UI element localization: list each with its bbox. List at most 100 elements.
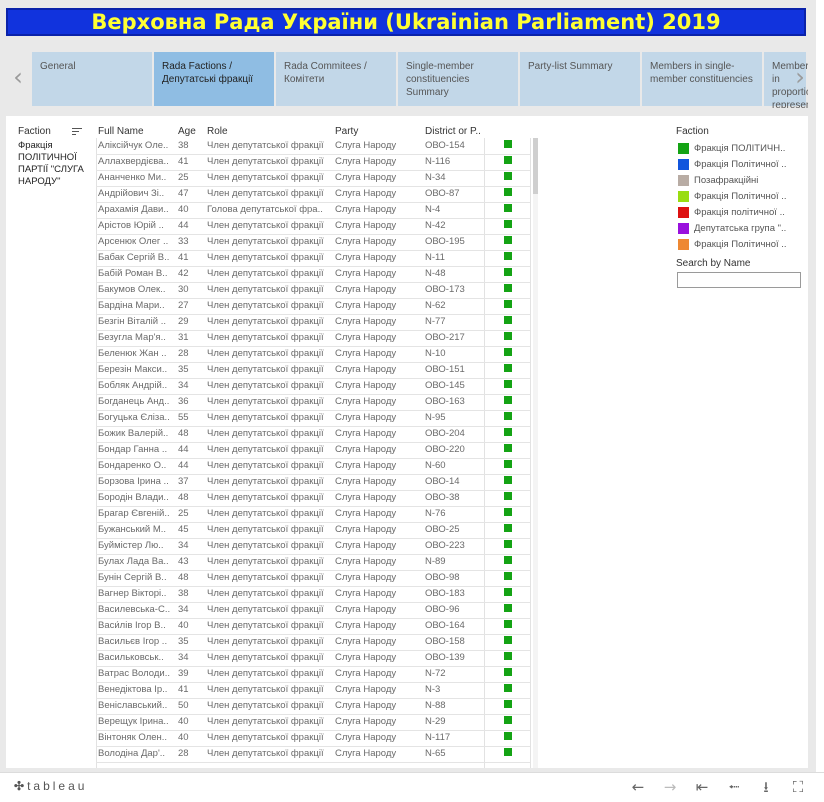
undo-icon[interactable]: ← (628, 777, 648, 797)
table-row[interactable]: Бунін Сергій В.. 48 Член депутатської фрак… (96, 570, 530, 587)
table-row[interactable]: Брагар Євгеній.. 25 Член депутатської фрак… (96, 506, 530, 523)
faction-color-mark[interactable] (504, 172, 512, 180)
table-row[interactable]: Арахамія Дави.. 40 Голова депутатської фра… (96, 202, 530, 219)
table-row[interactable]: Венедіктова Ір.. 41 Член депутатської фрак… (96, 682, 530, 699)
table-row[interactable]: Ананченко Ми.. 25 Член депутатської фракці… (96, 170, 530, 187)
download-icon[interactable]: ⭳ (756, 777, 776, 797)
table-row[interactable]: Березін Макси.. 35 Член депутатської фракц… (96, 362, 530, 379)
table-row[interactable]: Василевська-С.. 34 Член депутатської фракц… (96, 602, 530, 619)
faction-color-mark[interactable] (504, 300, 512, 308)
table-row[interactable]: Безугла Мар'я.. 31 Член депутатської фракц… (96, 330, 530, 347)
table-row[interactable]: Аллахвердієва.. 41 Член депутатської фракц… (96, 154, 530, 171)
legend-item[interactable]: Фракція політичної .. (678, 206, 802, 220)
table-row[interactable]: Васильєв Ігор .. 35 Член депутатської фрак… (96, 634, 530, 651)
faction-color-mark[interactable] (504, 620, 512, 628)
fullscreen-icon[interactable]: ⛶ (788, 777, 808, 797)
faction-color-mark[interactable] (504, 380, 512, 388)
table-row[interactable]: Борзова Ірина .. 37 Член депутатської фрак… (96, 474, 530, 491)
col-header-full-name[interactable]: Full Name (98, 126, 144, 137)
table-row[interactable]: Беленюк Жан .. 28 Член депутатської фракці… (96, 346, 530, 363)
table-row[interactable]: Ватрас Володи.. 39 Член депутатської фракц… (96, 666, 530, 683)
legend-item[interactable]: Фракція Політичної .. (678, 238, 802, 252)
faction-color-mark[interactable] (504, 556, 512, 564)
table-row[interactable]: Бужанський М.. 45 Член депутатської фракці… (96, 522, 530, 539)
faction-color-mark[interactable] (504, 604, 512, 612)
faction-color-mark[interactable] (504, 188, 512, 196)
table-row[interactable]: Богуцька Єліза.. 55 Член депутатської фрак… (96, 410, 530, 427)
faction-color-mark[interactable] (504, 268, 512, 276)
faction-color-mark[interactable] (504, 748, 512, 756)
table-row[interactable]: Безгін Віталій .. 29 Член депутатської фра… (96, 314, 530, 331)
table-row[interactable]: Бондар Ганна .. 44 Член депутатської фракц… (96, 442, 530, 459)
tab-rada-factions[interactable]: Rada Factions / Депутатські фракції (154, 52, 276, 106)
legend-item[interactable]: Фракція Політичної .. (678, 190, 802, 204)
faction-color-mark[interactable] (504, 572, 512, 580)
faction-color-mark[interactable] (504, 492, 512, 500)
faction-color-mark[interactable] (504, 636, 512, 644)
faction-color-mark[interactable] (504, 156, 512, 164)
faction-color-mark[interactable] (504, 364, 512, 372)
faction-color-mark[interactable] (504, 284, 512, 292)
table-row[interactable]: Богданець Анд.. 36 Член депутатської фракц… (96, 394, 530, 411)
tab-party-list-summary[interactable]: Party-list Summary (520, 52, 642, 106)
col-header-faction[interactable]: Faction (18, 126, 51, 137)
faction-color-mark[interactable] (504, 220, 512, 228)
faction-color-mark[interactable] (504, 460, 512, 468)
faction-color-mark[interactable] (504, 476, 512, 484)
tab-rada-commitees[interactable]: Rada Commitees / Комітети (276, 52, 398, 106)
faction-color-mark[interactable] (504, 652, 512, 660)
table-row[interactable]: Божик Валерій.. 48 Член депутатської фракц… (96, 426, 530, 443)
faction-color-mark[interactable] (504, 524, 512, 532)
table-row[interactable]: Бардіна Мари.. 27 Член депутатської фракці… (96, 298, 530, 315)
legend-item[interactable]: Позафракційні (678, 174, 802, 188)
faction-color-mark[interactable] (504, 732, 512, 740)
table-row[interactable]: Андрійович Зі.. 47 Член депутатської фракц… (96, 186, 530, 203)
faction-color-mark[interactable] (504, 348, 512, 356)
table-scrollbar[interactable] (533, 138, 538, 768)
faction-color-mark[interactable] (504, 428, 512, 436)
faction-color-mark[interactable] (504, 588, 512, 596)
tab-general[interactable]: General (32, 52, 154, 106)
col-header-party[interactable]: Party (335, 126, 358, 137)
tableau-logo[interactable]: ✣ tableau (14, 779, 87, 793)
col-header-age[interactable]: Age (178, 126, 196, 137)
scrollbar-thumb[interactable] (533, 138, 538, 194)
table-row[interactable]: Бобляк Андрій.. 34 Член депутатської фракц… (96, 378, 530, 395)
faction-color-mark[interactable] (504, 396, 512, 404)
table-row[interactable]: Верещук Ірина.. 40 Член депутатської фракц… (96, 714, 530, 731)
faction-color-mark[interactable] (504, 508, 512, 516)
table-row[interactable]: Булах Лада Ва.. 43 Член депутатської фракц… (96, 554, 530, 571)
faction-color-mark[interactable] (504, 668, 512, 676)
col-header-role[interactable]: Role (207, 126, 228, 137)
revert-icon[interactable]: ⇤ (692, 777, 712, 797)
chevron-left-icon[interactable]: ‹ (8, 62, 28, 92)
table-row[interactable]: Вінтоняк Олен.. 40 Член депутатської фракц… (96, 730, 530, 747)
legend-item[interactable]: Депутатська група ".. (678, 222, 802, 236)
sort-icon[interactable] (72, 126, 82, 136)
faction-color-mark[interactable] (504, 140, 512, 148)
table-row[interactable]: Васи́лів Ігор В.. 40 Член депутатської фра… (96, 618, 530, 635)
table-row[interactable]: Бабій Роман В.. 42 Член депутатської фракц… (96, 266, 530, 283)
table-row[interactable]: Бондаренко О.. 44 Член депутатської фракці… (96, 458, 530, 475)
table-row[interactable]: Бородін Влади.. 48 Член депутатської фракц… (96, 490, 530, 507)
faction-color-mark[interactable] (504, 700, 512, 708)
chevron-right-icon[interactable]: › (790, 62, 808, 92)
search-by-name-input[interactable] (677, 272, 801, 288)
table-row[interactable]: Арістов Юрій .. 44 Член депутатської фракц… (96, 218, 530, 235)
tab-single-member-summary[interactable]: Single-member constituencies Summary (398, 52, 520, 106)
faction-color-mark[interactable] (504, 252, 512, 260)
tab-members-single-member[interactable]: Members in single-member constituencies (642, 52, 764, 106)
faction-color-mark[interactable] (504, 316, 512, 324)
table-row[interactable]: Васильковськ.. 34 Член депутатської фракці… (96, 650, 530, 667)
table-row[interactable]: Буймістер Лю.. 34 Член депутатської фракці… (96, 538, 530, 555)
faction-color-mark[interactable] (504, 716, 512, 724)
table-row[interactable]: Веніславський.. 50 Член депутатської фракц… (96, 698, 530, 715)
faction-color-mark[interactable] (504, 412, 512, 420)
table-row[interactable]: Бакумов Олек.. 30 Член депутатської фракці… (96, 282, 530, 299)
col-header-district[interactable]: District or P.. (425, 126, 481, 137)
table-row[interactable]: Арсенюк Олег .. 33 Член депутатської фракц… (96, 234, 530, 251)
faction-color-mark[interactable] (504, 204, 512, 212)
table-row[interactable]: Бабак Сергій В.. 41 Член депутатської фрак… (96, 250, 530, 267)
legend-item[interactable]: Фракція ПОЛІТИЧН.. (678, 142, 802, 156)
faction-color-mark[interactable] (504, 540, 512, 548)
